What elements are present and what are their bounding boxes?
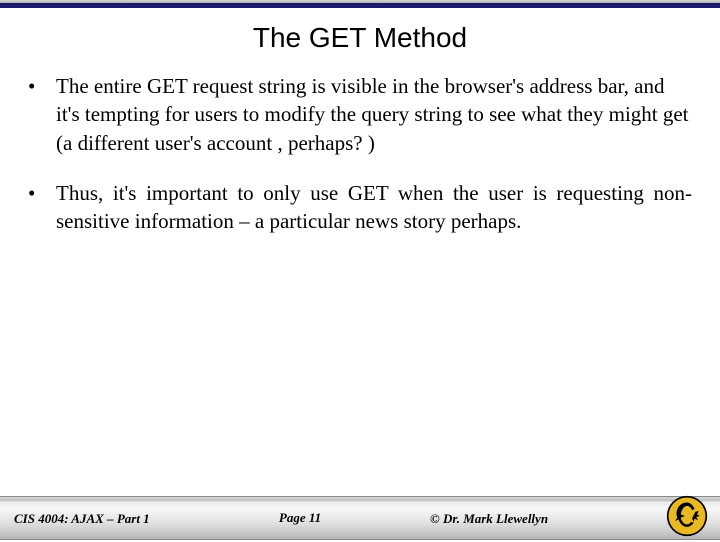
bullet-marker: • [28, 72, 56, 157]
bullet-item: • The entire GET request string is visib… [28, 72, 692, 157]
slide-top-border [0, 0, 720, 8]
ucf-pegasus-logo-icon [666, 495, 708, 537]
bullet-text: The entire GET request string is visible… [56, 72, 692, 157]
bullet-item: • Thus, it's important to only use GET w… [28, 179, 692, 236]
slide-title: The GET Method [0, 22, 720, 54]
footer-author: © Dr. Mark Llewellyn [430, 511, 548, 527]
slide-footer: CIS 4004: AJAX – Part 1 Page 11 © Dr. Ma… [0, 496, 720, 540]
footer-page: Page 11 [279, 510, 321, 526]
footer-page-wrap: Page 11 [0, 509, 720, 527]
slide-content: • The entire GET request string is visib… [28, 72, 692, 258]
bullet-text: Thus, it's important to only use GET whe… [56, 179, 692, 236]
bullet-marker: • [28, 179, 56, 236]
